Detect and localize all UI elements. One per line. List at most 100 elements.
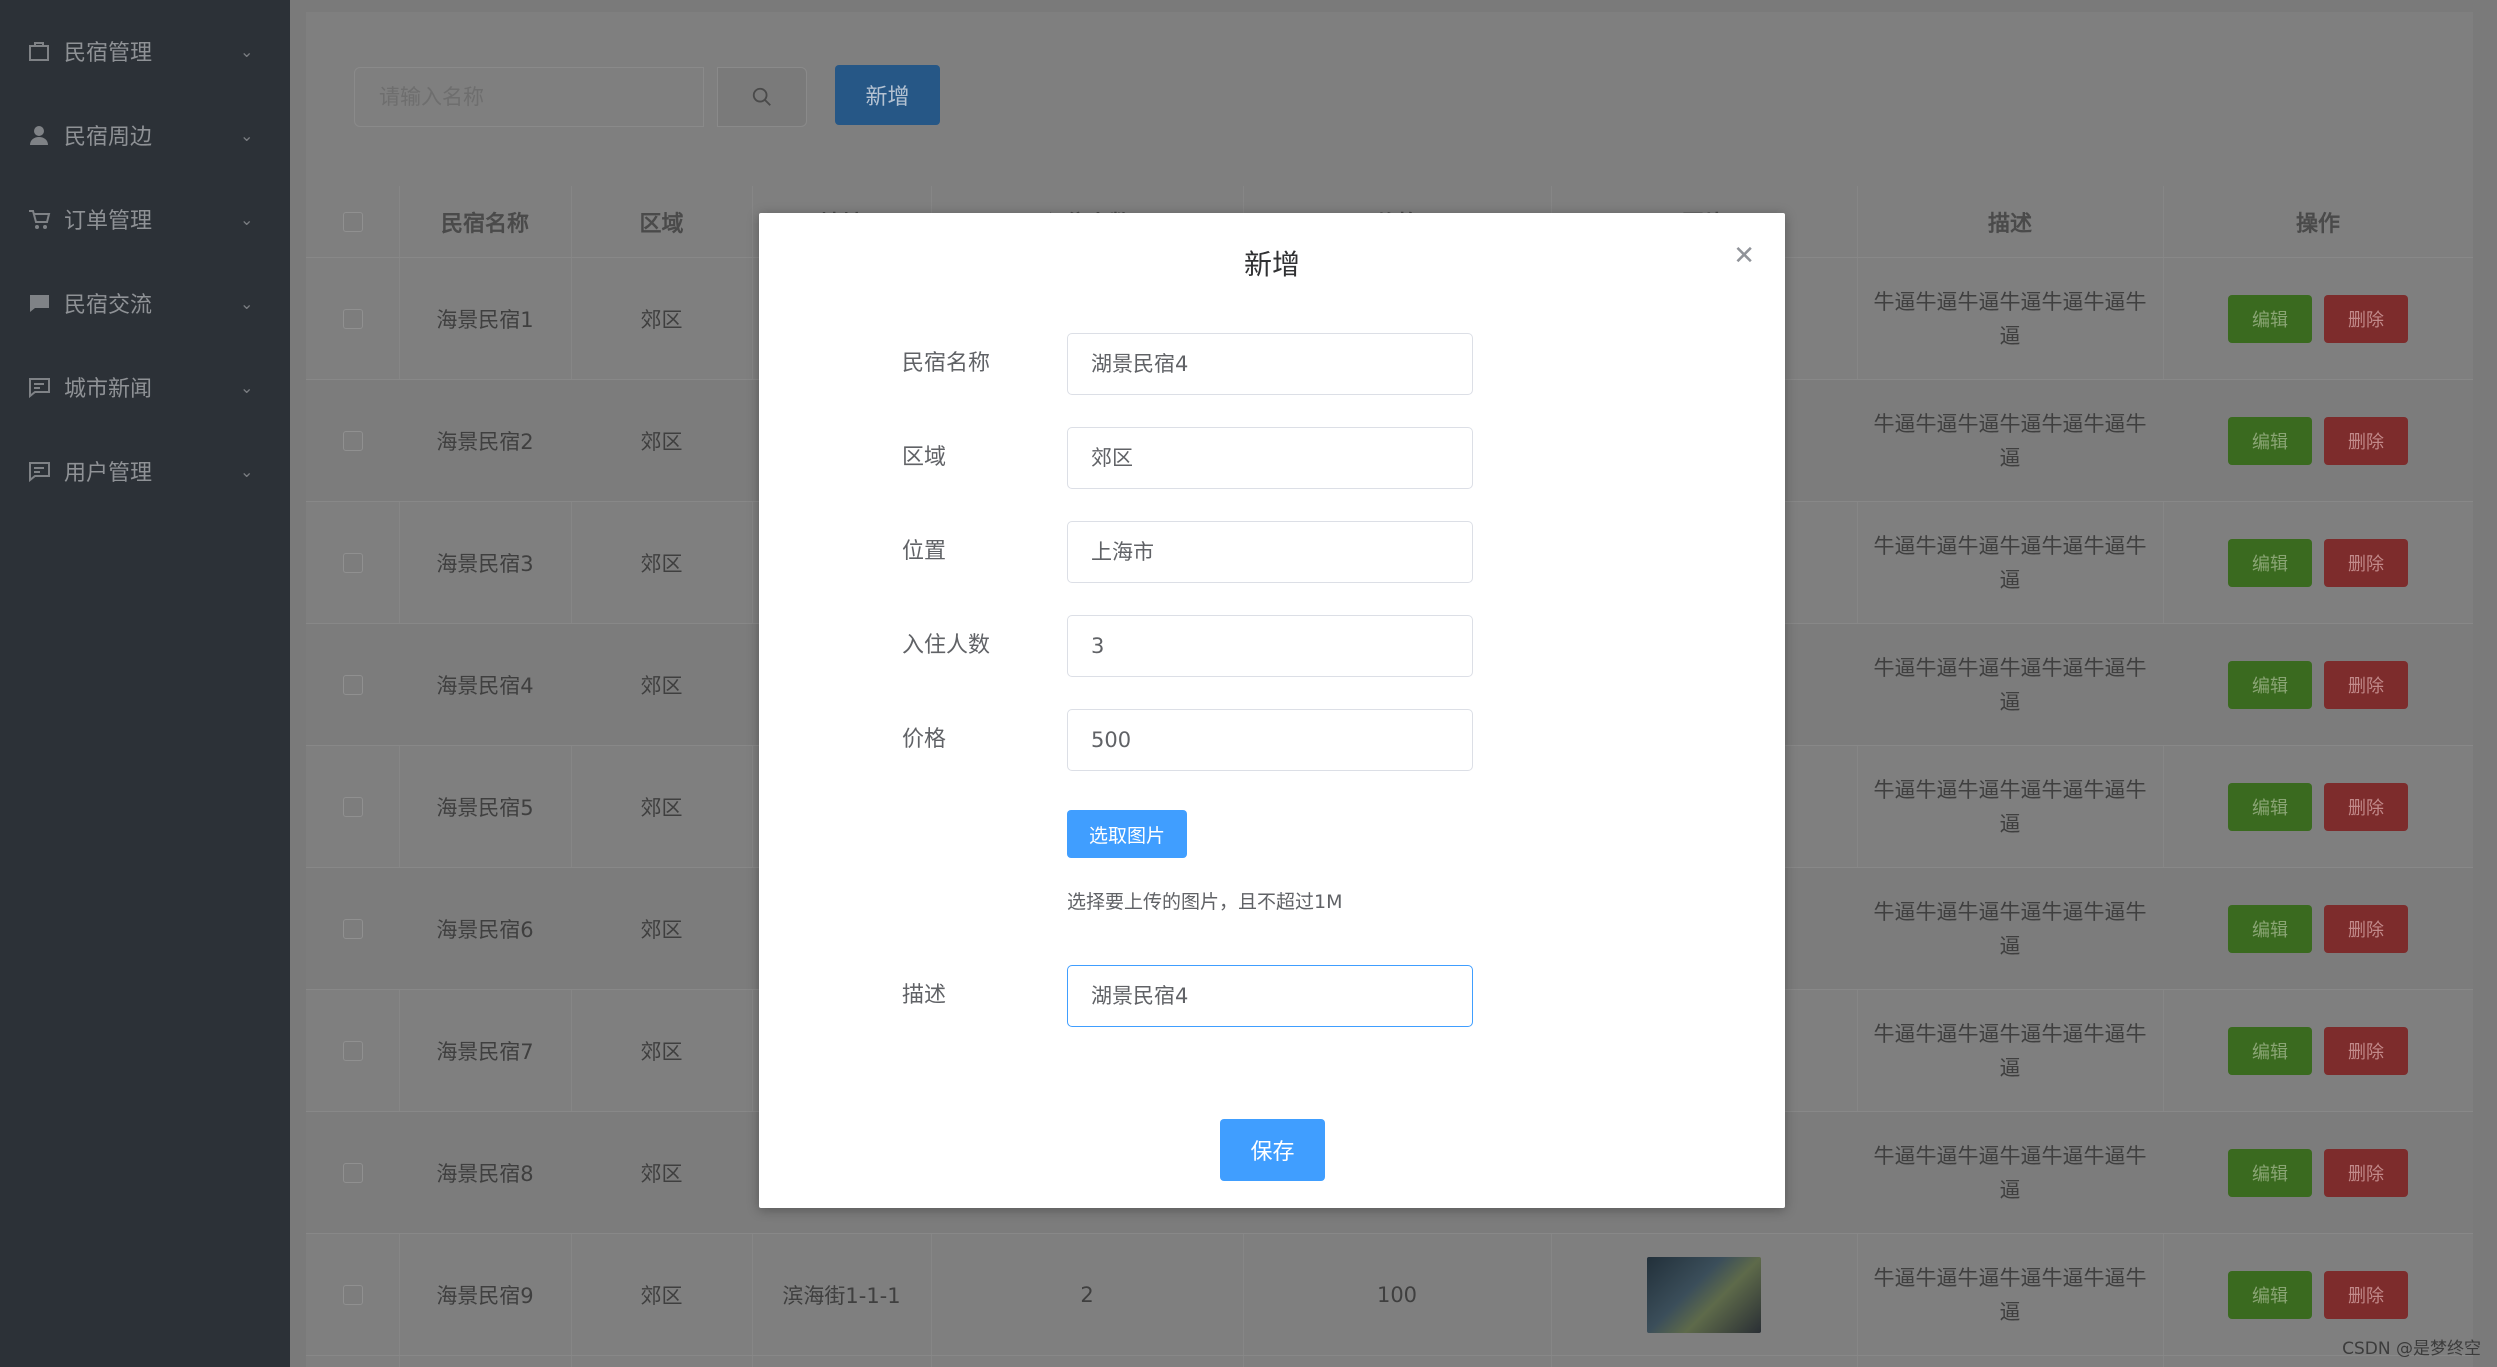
- row-checkbox[interactable]: [342, 431, 363, 451]
- select-image-button[interactable]: 选取图片: [1067, 810, 1187, 858]
- sidebar: 民宿管理 ⌄ 民宿周边 ⌄ 订单管理 ⌄ 民宿交流 ⌄ 城市新闻 ⌄ 用户管理 …: [0, 0, 290, 1367]
- delete-button[interactable]: 删除: [2324, 1027, 2408, 1075]
- edit-button[interactable]: 编辑: [2228, 417, 2312, 465]
- news-icon: [29, 378, 50, 399]
- delete-button[interactable]: 删除: [2324, 905, 2408, 953]
- cell-area: 郊区: [640, 1040, 683, 1064]
- header-description: 描述: [1987, 212, 2032, 237]
- description-text: 牛逼牛逼牛逼牛逼牛逼牛逼牛逼: [1873, 900, 2147, 958]
- sidebar-item-news[interactable]: 城市新闻 ⌄: [0, 345, 290, 429]
- cell-description: 牛逼牛逼牛逼牛逼牛逼牛逼牛逼: [1857, 1234, 2163, 1356]
- chevron-down-icon: ⌄: [240, 293, 254, 313]
- cart-icon: [29, 210, 51, 229]
- cell-actions: 编辑 删除: [2163, 502, 2473, 624]
- close-icon[interactable]: ✕: [1733, 241, 1755, 271]
- delete-button[interactable]: 删除: [2324, 783, 2408, 831]
- edit-button[interactable]: 编辑: [2228, 661, 2312, 709]
- edit-button[interactable]: 编辑: [2228, 783, 2312, 831]
- cell-description: 牛逼牛逼牛逼牛逼牛逼牛逼牛逼: [1857, 746, 2163, 868]
- edit-button[interactable]: 编辑: [2228, 295, 2312, 343]
- chat-icon: [29, 295, 49, 312]
- description-text: 牛逼牛逼牛逼牛逼牛逼牛逼牛逼: [1873, 534, 2147, 592]
- row-checkbox[interactable]: [342, 309, 363, 329]
- edit-button[interactable]: 编辑: [2228, 1027, 2312, 1075]
- cell-area: 郊区: [640, 430, 683, 454]
- description-input[interactable]: 湖景民宿4: [1067, 965, 1473, 1027]
- edit-button[interactable]: 编辑: [2228, 1271, 2312, 1319]
- sidebar-item-orders[interactable]: 订单管理 ⌄: [0, 177, 290, 261]
- row-select-cell: [306, 258, 399, 380]
- field-label: 描述: [902, 983, 947, 1008]
- row-checkbox[interactable]: [342, 675, 363, 695]
- sidebar-item-label: 用户管理: [64, 461, 153, 486]
- delete-button[interactable]: 删除: [2324, 1149, 2408, 1197]
- description-text: 牛逼牛逼牛逼牛逼牛逼牛逼牛逼: [1873, 412, 2147, 470]
- cell-name: 海景民宿4: [436, 674, 534, 698]
- name-input[interactable]: 湖景民宿4: [1067, 333, 1473, 395]
- cell-area: 郊区: [640, 796, 683, 820]
- chevron-down-icon: ⌄: [240, 41, 254, 61]
- description-text: 牛逼牛逼牛逼牛逼牛逼牛逼牛逼: [1873, 1022, 2147, 1080]
- sidebar-item-homestay-nearby[interactable]: 民宿周边 ⌄: [0, 93, 290, 177]
- select-all-cell: [306, 186, 399, 258]
- form-row-capacity: 入住人数 3: [759, 615, 1785, 677]
- cell-description: 牛逼牛逼牛逼牛逼牛逼牛逼牛逼: [1857, 1112, 2163, 1234]
- cell-actions: 编辑 删除: [2163, 868, 2473, 990]
- form-row-location: 位置 上海市: [759, 521, 1785, 583]
- chevron-down-icon: ⌄: [240, 209, 254, 229]
- chevron-down-icon: ⌄: [240, 461, 254, 481]
- delete-button[interactable]: 删除: [2324, 661, 2408, 709]
- select-all-checkbox[interactable]: [342, 212, 363, 232]
- cell-description: 牛逼牛逼牛逼牛逼牛逼牛逼牛逼: [1857, 380, 2163, 502]
- edit-button[interactable]: 编辑: [2228, 905, 2312, 953]
- cell-actions: 编辑 删除: [2163, 258, 2473, 380]
- watermark: CSDN @是梦终空: [2342, 1339, 2481, 1359]
- cell-area: 郊区: [640, 308, 683, 332]
- table-row: 海景民宿9 郊区 滨海街1-1-1 2 100 牛逼牛逼牛逼牛逼牛逼牛逼牛逼 编…: [306, 1234, 2473, 1356]
- description-text: 牛逼牛逼牛逼牛逼牛逼牛逼牛逼: [1873, 290, 2147, 348]
- homestay-thumbnail[interactable]: [1647, 1257, 1761, 1333]
- row-checkbox[interactable]: [342, 919, 363, 939]
- delete-button[interactable]: 删除: [2324, 295, 2408, 343]
- cell-actions: 编辑 删除: [2163, 624, 2473, 746]
- sidebar-item-homestay-manage[interactable]: 民宿管理 ⌄: [0, 9, 290, 93]
- delete-button[interactable]: 删除: [2324, 1271, 2408, 1319]
- capacity-input[interactable]: 3: [1067, 615, 1473, 677]
- area-input[interactable]: 郊区: [1067, 427, 1473, 489]
- sidebar-item-users[interactable]: 用户管理 ⌄: [0, 429, 290, 513]
- edit-button[interactable]: 编辑: [2228, 539, 2312, 587]
- field-label: 位置: [902, 539, 947, 564]
- cell-area: 郊区: [640, 674, 683, 698]
- row-select-cell: [306, 990, 399, 1112]
- location-input[interactable]: 上海市: [1067, 521, 1473, 583]
- upload-tip: 选择要上传的图片，且不超过1M: [1067, 891, 1343, 913]
- sidebar-item-label: 民宿管理: [64, 41, 153, 66]
- row-checkbox[interactable]: [342, 553, 363, 573]
- header-actions: 操作: [2295, 212, 2340, 237]
- add-dialog: 新增 ✕ 民宿名称 湖景民宿4 区域 郊区 位置 上海市 入住人数 3 价格 5…: [759, 213, 1785, 1208]
- search-icon: [752, 87, 771, 106]
- search-button[interactable]: [717, 67, 807, 127]
- cell-image: [1551, 1234, 1857, 1356]
- row-checkbox[interactable]: [342, 1163, 363, 1183]
- row-checkbox[interactable]: [342, 1041, 363, 1061]
- edit-button[interactable]: 编辑: [2228, 1149, 2312, 1197]
- field-label: 民宿名称: [902, 351, 991, 376]
- cell-description: 牛逼牛逼牛逼牛逼牛逼牛逼牛逼: [1857, 624, 2163, 746]
- cell-name: 海景民宿5: [436, 796, 534, 820]
- delete-button[interactable]: 删除: [2324, 539, 2408, 587]
- chevron-down-icon: ⌄: [240, 377, 254, 397]
- sidebar-item-exchange[interactable]: 民宿交流 ⌄: [0, 261, 290, 345]
- add-button[interactable]: 新增: [835, 65, 940, 125]
- row-checkbox[interactable]: [342, 797, 363, 817]
- row-checkbox[interactable]: [342, 1285, 363, 1305]
- cell-area: 郊区: [640, 552, 683, 576]
- field-label: 入住人数: [902, 633, 991, 658]
- user-manage-icon: [29, 462, 50, 483]
- save-button[interactable]: 保存: [1220, 1119, 1325, 1181]
- search-input[interactable]: 请输入名称: [354, 67, 704, 127]
- form-row-area: 区域 郊区: [759, 427, 1785, 489]
- form-row-description: 描述 湖景民宿4: [759, 965, 1785, 1027]
- delete-button[interactable]: 删除: [2324, 417, 2408, 465]
- price-input[interactable]: 500: [1067, 709, 1473, 771]
